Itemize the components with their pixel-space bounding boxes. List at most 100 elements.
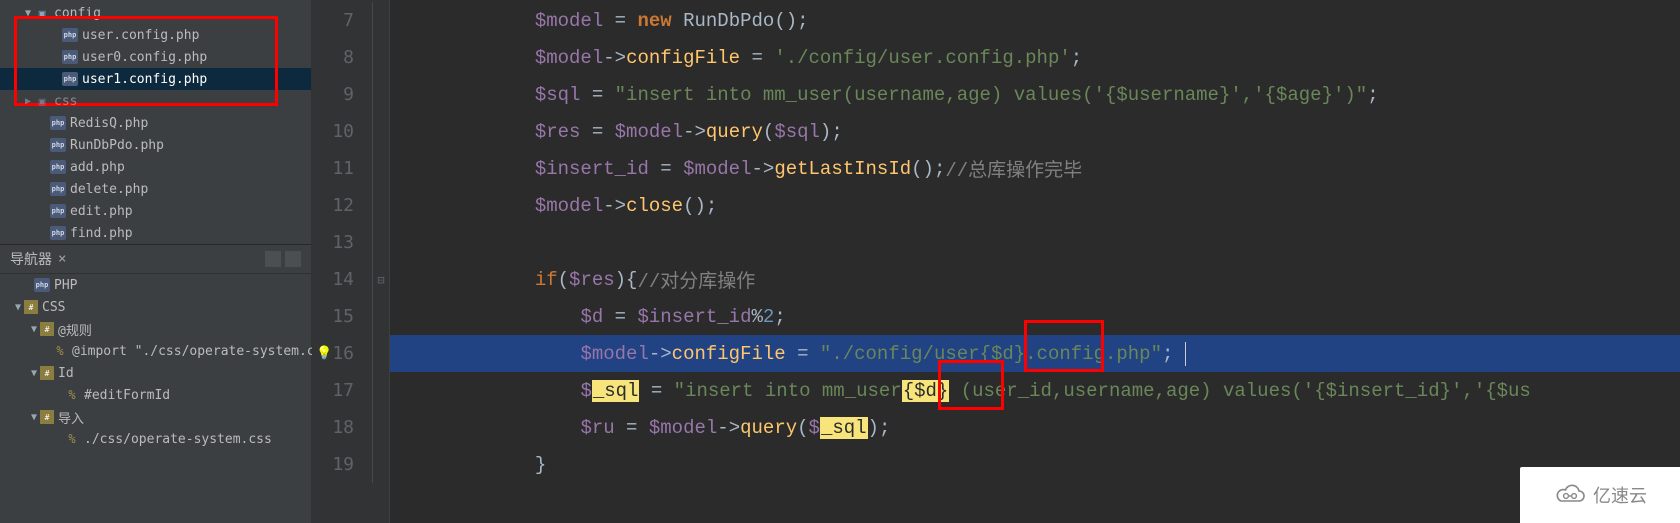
code-line[interactable]: $ru = $model->query($_sql); xyxy=(390,409,1680,446)
tree-file[interactable]: phpedit.php xyxy=(0,200,311,222)
code-line[interactable]: } xyxy=(390,446,1680,483)
tree-folder[interactable]: ▶▣ css xyxy=(0,90,311,112)
php-file-icon: php xyxy=(62,50,78,64)
css-icon: # xyxy=(40,322,54,336)
fold-marker xyxy=(372,76,389,113)
toolbar-button[interactable] xyxy=(265,251,281,267)
tree-file[interactable]: php user0.config.php xyxy=(0,46,311,68)
tree-item-label: find.php xyxy=(70,226,133,241)
navigator-item[interactable]: ▼# 导入 xyxy=(0,406,311,428)
navigator-item-label: @规则 xyxy=(58,320,92,339)
code-line[interactable]: $res = $model->query($sql); xyxy=(390,113,1680,150)
navigator-item[interactable]: %./css/operate-system.css xyxy=(0,428,311,450)
toolbar-button[interactable] xyxy=(285,251,301,267)
tree-file[interactable]: php add.php xyxy=(0,156,311,178)
navigator-item[interactable]: ▼#CSS xyxy=(0,296,311,318)
navigator-item[interactable]: %@import "./css/operate-system.css xyxy=(0,340,311,362)
fold-marker[interactable]: ⊟ xyxy=(372,261,389,298)
line-number: 12 xyxy=(312,187,372,224)
cloud-icon xyxy=(1553,483,1587,507)
code-editor[interactable]: 78910111213141516171819 ⊟ $model = new R… xyxy=(312,0,1680,523)
line-number: 8 xyxy=(312,39,372,76)
tree-file[interactable]: php RedisQ.php xyxy=(0,112,311,134)
line-number: 11 xyxy=(312,150,372,187)
line-number: 13 xyxy=(312,224,372,261)
line-number: 19 xyxy=(312,446,372,483)
code-line[interactable]: if($res){//对分库操作 xyxy=(390,261,1680,298)
line-number: 18 xyxy=(312,409,372,446)
code-line[interactable]: $model = new RunDbPdo(); xyxy=(390,2,1680,39)
fold-marker xyxy=(372,224,389,261)
tree-item-label: user0.config.php xyxy=(82,50,207,65)
navigator-item-label: @import "./css/operate-system.css xyxy=(72,344,330,359)
code-line[interactable] xyxy=(390,224,1680,261)
tree-item-label: config xyxy=(54,6,101,21)
tree-file[interactable]: phpRunDbPdo.php xyxy=(0,134,311,156)
fold-marker xyxy=(372,298,389,335)
fold-marker xyxy=(372,446,389,483)
code-line[interactable]: $_sql = "insert into mm_user{$d} (user_i… xyxy=(390,372,1680,409)
navigator-item[interactable]: %#editFormId xyxy=(0,384,311,406)
tree-item-label: user1.config.php xyxy=(82,72,207,87)
chevron-icon: ▼ xyxy=(28,412,40,423)
fold-marker xyxy=(372,409,389,446)
fold-column: ⊟ xyxy=(372,0,390,523)
chevron-icon: ▼ xyxy=(22,8,34,19)
sidebar: ▼▣configphpuser.config.phpphpuser0.confi… xyxy=(0,0,312,523)
close-icon[interactable]: × xyxy=(58,251,66,267)
search-highlight: _sql xyxy=(592,380,640,402)
navigator-item[interactable]: php PHP xyxy=(0,274,311,296)
line-number-gutter: 78910111213141516171819 xyxy=(312,0,372,523)
tree-folder[interactable]: ▼▣config xyxy=(0,2,311,24)
fold-marker xyxy=(372,113,389,150)
tree-item-label: add.php xyxy=(70,160,125,175)
tree-file[interactable]: php delete.php xyxy=(0,178,311,200)
css-icon: # xyxy=(40,410,54,424)
navigator-item-label: 导入 xyxy=(58,408,84,427)
php-file-icon: php xyxy=(50,116,66,130)
tree-item-label: user.config.php xyxy=(82,28,199,43)
watermark-text: 亿速云 xyxy=(1593,482,1647,508)
code-line[interactable]: $model->configFile = "./config/user{$d}.… xyxy=(390,335,1680,372)
php-icon: php xyxy=(34,278,50,292)
navigator-panel: 导航器 × phpPHP▼#CSS▼#@规则%@import "./css/op… xyxy=(0,244,311,523)
navigator-item[interactable]: ▼#Id xyxy=(0,362,311,384)
tree-item-label: RedisQ.php xyxy=(70,116,148,131)
navigator-item-label: CSS xyxy=(42,300,65,315)
navigator-header[interactable]: 导航器 × xyxy=(0,245,311,274)
fold-marker xyxy=(372,2,389,39)
navigator-item-label: #editFormId xyxy=(84,388,170,403)
tree-item-label: edit.php xyxy=(70,204,133,219)
tree-file[interactable]: php user1.config.php xyxy=(0,68,311,90)
navigator-item[interactable]: ▼#@规则 xyxy=(0,318,311,340)
code-line[interactable]: $insert_id = $model->getLastInsId();//总库… xyxy=(390,150,1680,187)
tree-file[interactable]: php find.php xyxy=(0,222,311,244)
chevron-icon: ▶ xyxy=(22,96,34,107)
navigator-item-label: ./css/operate-system.css xyxy=(84,432,272,447)
text-cursor xyxy=(1185,342,1186,366)
css-icon: # xyxy=(24,300,38,314)
tree-item-label: delete.php xyxy=(70,182,148,197)
code-line[interactable]: $d = $insert_id%2; xyxy=(390,298,1680,335)
folder-icon: ▣ xyxy=(34,93,50,109)
search-highlight: _sql xyxy=(820,417,868,439)
php-file-icon: php xyxy=(62,28,78,42)
fold-marker xyxy=(372,39,389,76)
code-line[interactable]: $model->configFile = './config/user.conf… xyxy=(390,39,1680,76)
code-line[interactable]: $model->close(); xyxy=(390,187,1680,224)
php-file-icon: php xyxy=(50,226,66,240)
navigator-item-label: PHP xyxy=(54,278,77,293)
tree-file[interactable]: php user.config.php xyxy=(0,24,311,46)
chevron-icon: ▼ xyxy=(28,368,40,379)
php-file-icon: php xyxy=(50,160,66,174)
line-number: 16 xyxy=(312,335,372,372)
watermark: 亿速云 xyxy=(1520,467,1680,523)
php-file-icon: php xyxy=(62,72,78,86)
php-file-icon: php xyxy=(50,182,66,196)
line-number: 7 xyxy=(312,2,372,39)
code-area[interactable]: $model = new RunDbPdo(); $model->configF… xyxy=(390,0,1680,523)
tree-item-label: RunDbPdo.php xyxy=(70,138,164,153)
code-line[interactable]: $sql = "insert into mm_user(username,age… xyxy=(390,76,1680,113)
line-number: 15 xyxy=(312,298,372,335)
tree-item-label: css xyxy=(54,94,77,109)
